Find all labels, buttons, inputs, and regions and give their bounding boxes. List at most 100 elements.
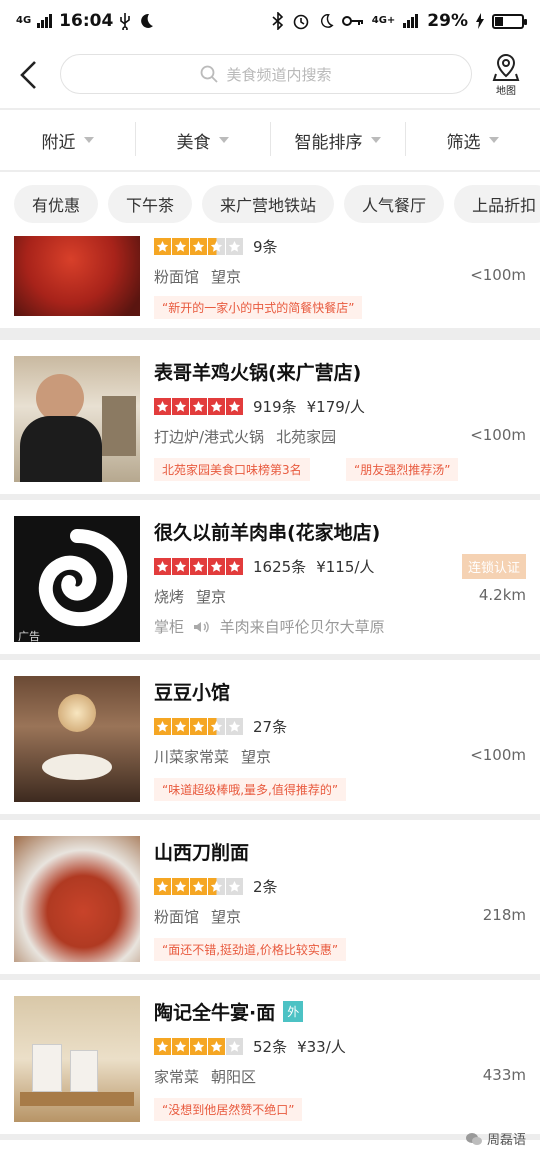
kitchen-shelf xyxy=(102,396,136,456)
filter-label: 美食 xyxy=(176,132,211,153)
signal-right-label: 4G+ xyxy=(371,15,396,26)
star-rating xyxy=(154,718,243,735)
area: 北苑家园 xyxy=(276,428,337,446)
star-icon xyxy=(226,718,243,735)
star-icon xyxy=(172,238,189,255)
restaurant-photo xyxy=(14,836,140,962)
charging-icon xyxy=(476,13,484,29)
search-input[interactable]: 美食频道内搜索 xyxy=(60,54,472,94)
tag-popular[interactable]: 人气餐厅 xyxy=(344,185,445,223)
caret-down-icon xyxy=(83,137,94,143)
area: 朝阳区 xyxy=(211,1068,257,1086)
distance: <100m xyxy=(470,426,526,444)
restaurant-card[interactable]: 豆豆小馆 27条 川菜家常菜 望京 <100m “味道超级棒哦,量多,值得推荐的” xyxy=(0,660,540,814)
shopkeeper-label: 掌柜 xyxy=(154,618,185,636)
star-icon xyxy=(154,558,171,575)
review-count: 52条 xyxy=(253,1038,288,1056)
restaurant-name: 豆豆小馆 xyxy=(154,682,231,704)
star-icon xyxy=(172,878,189,895)
category: 粉面馆 xyxy=(154,268,200,286)
filter-screen[interactable]: 筛选 xyxy=(405,121,540,156)
restaurant-card[interactable]: 山西刀削面 2条 粉面馆 望京 218m “面还不错,挺劲道,价格比较实惠” xyxy=(0,820,540,974)
review-quote: “面还不错,挺劲道,价格比较实惠” xyxy=(154,938,347,961)
rating-row: 27条 xyxy=(154,716,287,737)
quick-tag-bar: 有优惠 下午茶 来广营地铁站 人气餐厅 上品折扣 xyxy=(0,172,540,236)
review-quote: “没想到他居然赞不绝口” xyxy=(154,1098,303,1121)
restaurant-card[interactable]: 广告 很久以前羊肉串(花家地店) 连锁认证 1625条 ¥115/人 烧烤 望京 … xyxy=(0,500,540,654)
star-icon xyxy=(226,398,243,415)
filter-label: 筛选 xyxy=(446,132,481,153)
tag-subway-station[interactable]: 来广营地铁站 xyxy=(202,185,335,223)
shopkeeper-note: 掌柜 羊肉来自呼伦贝尔大草原 xyxy=(154,616,385,637)
review-count: 919条 xyxy=(253,398,297,416)
back-button[interactable] xyxy=(0,42,56,108)
star-icon xyxy=(208,718,225,735)
spiral-logo xyxy=(38,529,128,627)
restaurant-card[interactable]: 9条 粉面馆 望京 <100m “新开的一家小的中式的简餐快餐店” xyxy=(0,236,540,328)
tag-brand-discount[interactable]: 上品折扣 xyxy=(454,185,540,223)
star-icon xyxy=(172,398,189,415)
caret-down-icon xyxy=(488,137,499,143)
rating-row: 919条 ¥179/人 xyxy=(154,396,365,417)
moon-icon xyxy=(141,13,154,28)
restaurant-card[interactable]: 陶记全牛宴·面外 52条 ¥33/人 家常菜 朝阳区 433m “没想到他居然赞不… xyxy=(0,980,540,1134)
search-icon xyxy=(201,65,219,83)
battery-icon xyxy=(492,13,527,29)
category-area: 打边炉/港式火锅 北苑家园 xyxy=(154,426,336,447)
category-area: 川菜家常菜 望京 xyxy=(154,746,271,767)
tag-afternoon-tea[interactable]: 下午茶 xyxy=(108,185,193,223)
area: 望京 xyxy=(211,908,242,926)
speaker-icon xyxy=(193,621,209,633)
star-icon xyxy=(208,1038,225,1055)
caret-down-icon xyxy=(370,137,381,143)
star-rating xyxy=(154,398,243,415)
review-count: 1625条 xyxy=(253,558,307,576)
restaurant-card-next[interactable] xyxy=(0,1140,540,1158)
tray xyxy=(20,1092,134,1106)
rating-row: 52条 ¥33/人 xyxy=(154,1036,346,1057)
moon-icon-right xyxy=(320,14,334,28)
header: 美食频道内搜索 地图 xyxy=(0,42,540,108)
chef-figure xyxy=(36,374,84,422)
star-icon xyxy=(190,398,207,415)
tag-discount[interactable]: 有优惠 xyxy=(14,185,99,223)
wechat-icon xyxy=(465,1132,482,1145)
shopkeeper-text: 羊肉来自呼伦贝尔大草原 xyxy=(219,618,385,636)
price: ¥179/人 xyxy=(306,398,365,416)
restaurant-list: 9条 粉面馆 望京 <100m “新开的一家小的中式的简餐快餐店” 表哥羊鸡火锅(… xyxy=(0,236,540,1158)
cellular-signal-icon xyxy=(37,14,53,28)
alarm-icon xyxy=(293,14,309,30)
map-pin-icon xyxy=(492,53,520,81)
area: 望京 xyxy=(211,268,242,286)
search-placeholder: 美食频道内搜索 xyxy=(226,65,332,84)
star-icon xyxy=(190,558,207,575)
restaurant-photo xyxy=(14,236,140,316)
key-icon xyxy=(341,16,363,26)
distance: 4.2km xyxy=(478,586,526,604)
star-icon xyxy=(154,878,171,895)
map-button[interactable]: 地图 xyxy=(486,52,526,100)
chevron-left-icon xyxy=(20,61,36,89)
star-rating xyxy=(154,238,243,255)
filter-food[interactable]: 美食 xyxy=(135,121,270,156)
star-icon xyxy=(208,558,225,575)
watermark-text: 周磊语 xyxy=(486,1133,526,1148)
rating-row: 9条 xyxy=(154,236,278,257)
restaurant-name: 表哥羊鸡火锅(来广营店) xyxy=(154,362,362,384)
star-icon xyxy=(208,398,225,415)
restaurant-card[interactable]: 表哥羊鸡火锅(来广营店) 919条 ¥179/人 打边炉/港式火锅 北苑家园 <1… xyxy=(0,340,540,494)
star-icon xyxy=(226,238,243,255)
star-icon xyxy=(154,398,171,415)
filter-sort[interactable]: 智能排序 xyxy=(270,121,405,156)
caret-down-icon xyxy=(218,137,229,143)
distance: 433m xyxy=(482,1066,526,1084)
filter-nearby[interactable]: 附近 xyxy=(0,128,135,153)
clock: 16:04 xyxy=(59,11,114,31)
star-icon xyxy=(226,558,243,575)
review-count: 27条 xyxy=(253,718,288,736)
restaurant-photo xyxy=(14,996,140,1122)
star-icon xyxy=(226,878,243,895)
star-icon xyxy=(172,558,189,575)
jar xyxy=(32,1044,62,1092)
star-rating xyxy=(154,558,243,575)
